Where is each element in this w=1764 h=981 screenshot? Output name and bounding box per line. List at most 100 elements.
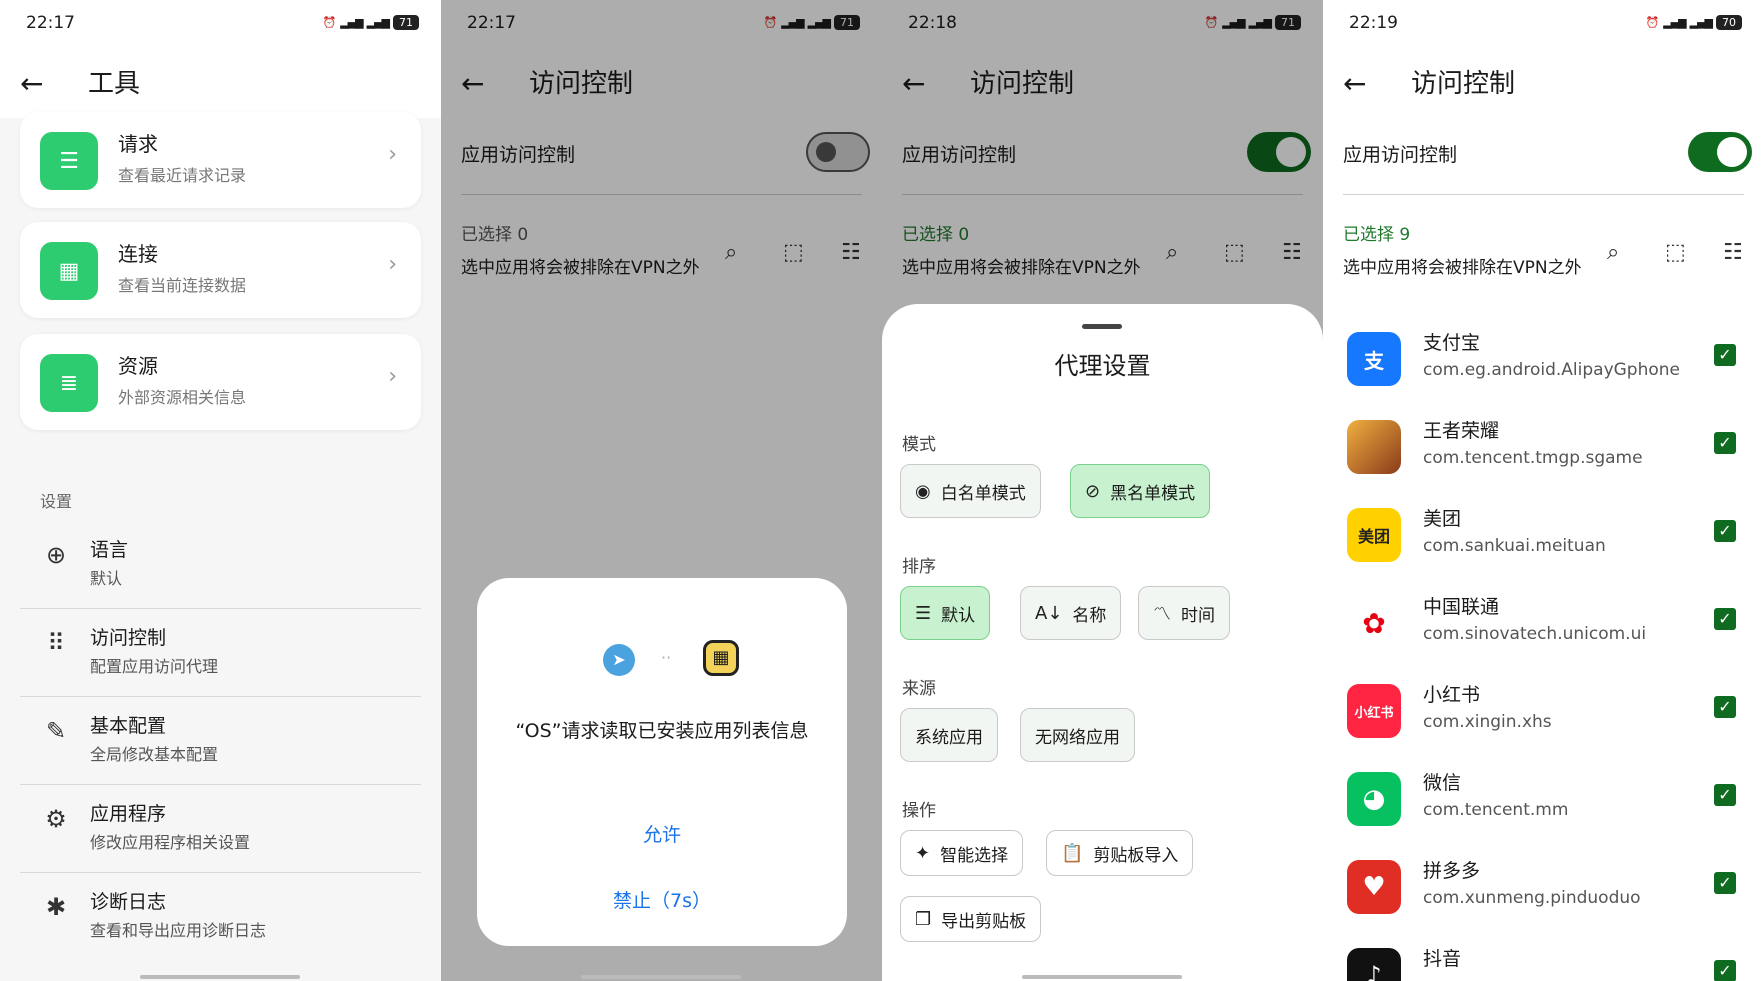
status-bar: 22:17 ⏰ ▂▄▆ ▂▄▆ 71 [0,0,441,46]
list-item[interactable]: 王者荣耀 com.tencent.tmgp.sgame ✓ [1323,406,1764,494]
setting-subtitle: 默认 [90,569,123,588]
app-bar: ← 访问控制 [1323,52,1764,116]
nav-handle[interactable] [140,975,300,979]
chip-sort-default[interactable]: ☰ 默认 [900,586,991,640]
list-item[interactable]: 美团 美团 com.sankuai.meituan ✓ [1323,494,1764,582]
chip-label: 白名单模式 [940,483,1026,504]
sheet-drag-handle[interactable] [1082,324,1122,329]
app-name: 微信 [1423,772,1462,794]
checkbox[interactable]: ✓ [1714,432,1736,454]
proxy-settings-sheet: 代理设置 模式 ◉ 白名单模式 ⊘ 黑名单模式 排序 ☰ 默认 A↓ 名称 〽 … [882,304,1323,981]
telegram-icon: ➤ [603,644,635,676]
chip-sort-name[interactable]: A↓ 名称 [1020,586,1122,640]
chip-no-network-apps[interactable]: 无网络应用 [1020,708,1135,762]
setting-title: 诊断日志 [90,891,167,913]
list-item[interactable]: ♥ 拼多多 com.xunmeng.pinduoduo ✓ [1323,846,1764,934]
chip-whitelist[interactable]: ◉ 白名单模式 [900,464,1041,518]
setting-diagnostic-log[interactable]: ✱ 诊断日志 查看和导出应用诊断日志 [0,873,441,961]
setting-access-control[interactable]: ⠿ 访问控制 配置应用访问代理 [0,609,441,697]
list-item[interactable]: 支 支付宝 com.eg.android.AlipayGphone ✓ [1323,318,1764,406]
checkbox[interactable]: ✓ [1714,960,1736,981]
list-item[interactable]: 小红书 小红书 com.xingin.xhs ✓ [1323,670,1764,758]
access-control-dialog-screen: 22:17 ⏰ ▂▄▆ ▂▄▆ 71 ← 访问控制 应用访问控制 已选择 0 选… [441,0,882,981]
checkbox[interactable]: ✓ [1714,872,1736,894]
chevron-right-icon: › [388,142,397,167]
card-requests[interactable]: ☰ 请求 查看最近请求记录 › [20,112,421,208]
select-all-icon[interactable]: ⬚ [1665,240,1686,265]
battery-icon: 70 [1716,15,1742,30]
card-resources[interactable]: ≣ 资源 外部资源相关信息 › [20,334,421,430]
card-title: 请求 [118,132,158,156]
bug-icon: ✱ [45,893,67,921]
card-connections[interactable]: ▦ 连接 查看当前连接数据 › [20,222,421,318]
checkbox[interactable]: ✓ [1714,784,1736,806]
mode-label: 模式 [902,435,936,455]
setting-title: 语言 [90,539,129,561]
chip-label: 时间 [1181,605,1215,626]
card-subtitle: 外部资源相关信息 [118,388,247,407]
list-item[interactable]: ✿ 中国联通 com.sinovatech.unicom.ui ✓ [1323,582,1764,670]
search-icon[interactable]: ⌕ [1607,240,1619,265]
dots-icon: ·· [661,648,672,667]
app-name: 王者荣耀 [1423,420,1500,442]
pinduoduo-icon: ♥ [1347,860,1401,914]
douyin-icon: ♪ [1347,948,1401,981]
hint-text: 选中应用将会被排除在VPN之外 [1343,258,1582,278]
chip-label: 导出剪贴板 [941,911,1027,932]
export-clipboard-button[interactable]: ❐ 导出剪贴板 [900,896,1042,942]
toggle-label: 应用访问控制 [1343,144,1458,166]
proxy-settings-screen: 22:18 ⏰ ▂▄▆ ▂▄▆ 71 ← 访问控制 应用访问控制 已选择 0 选… [882,0,1323,981]
chip-label: 剪贴板导入 [1093,845,1179,866]
checkbox[interactable]: ✓ [1714,520,1736,542]
app-package: com.xunmeng.pinduoduo [1423,888,1641,908]
nav-handle[interactable] [581,975,741,979]
back-arrow-icon[interactable]: ← [1343,68,1366,100]
sheet-title: 代理设置 [1054,352,1151,380]
status-icons: ⏰ ▂▄▆ ▂▄▆ 70 [1646,15,1742,30]
tune-icon[interactable]: ☷ [1723,240,1743,265]
list-item[interactable]: ♪ 抖音 ✓ [1323,934,1764,981]
app-name: 中国联通 [1423,596,1500,618]
app-name: 抖音 [1423,948,1462,970]
setting-subtitle: 修改应用程序相关设置 [90,833,251,852]
action-label: 操作 [902,801,936,821]
chip-blacklist[interactable]: ⊘ 黑名单模式 [1070,464,1211,518]
copy-icon: ❐ [915,908,932,930]
setting-basic-config[interactable]: ✎ 基本配置 全局修改基本配置 [0,697,441,785]
status-time: 22:19 [1349,13,1398,33]
deny-button[interactable]: 禁止（7s） [477,886,847,913]
clipboard-import-button[interactable]: 📋 剪贴板导入 [1046,830,1194,876]
allow-button[interactable]: 允许 [477,820,847,847]
checkbox[interactable]: ✓ [1714,608,1736,630]
card-title: 资源 [118,354,158,378]
apps-grid-icon: ⠿ [47,629,65,657]
nav-handle[interactable] [1022,975,1182,979]
clipboard-icon: 📋 [1061,842,1084,864]
divider [1343,194,1744,195]
chip-label: 系统应用 [915,727,983,748]
chip-sort-time[interactable]: 〽 时间 [1138,586,1230,640]
chip-system-apps[interactable]: 系统应用 [900,708,998,762]
app-name: 小红书 [1423,684,1481,706]
dialog-message: “OS”请求读取已安装应用列表信息 [515,720,809,742]
status-time: 22:17 [26,13,75,33]
smart-select-button[interactable]: ✦ 智能选择 [900,830,1024,876]
section-settings: 设置 [40,492,73,511]
globe-icon: ⊕ [45,541,67,569]
chip-label: 名称 [1072,605,1107,626]
back-arrow-icon[interactable]: ← [20,68,43,100]
setting-application[interactable]: ⚙ 应用程序 修改应用程序相关设置 [0,785,441,873]
setting-subtitle: 全局修改基本配置 [90,745,219,764]
card-subtitle: 查看当前连接数据 [118,276,247,295]
app-package: com.tencent.tmgp.sgame [1423,448,1643,468]
status-bar: 22:19 ⏰ ▂▄▆ ▂▄▆ 70 [1323,0,1764,46]
setting-subtitle: 查看和导出应用诊断日志 [90,921,267,940]
chevron-right-icon: › [388,252,397,277]
access-control-switch[interactable] [1688,132,1752,172]
app-name: 美团 [1423,508,1462,530]
checkbox[interactable]: ✓ [1714,696,1736,718]
list-item[interactable]: ◕ 微信 com.tencent.mm ✓ [1323,758,1764,846]
checkbox[interactable]: ✓ [1714,344,1736,366]
setting-language[interactable]: ⊕ 语言 默认 [0,521,441,609]
source-label: 来源 [902,679,936,699]
